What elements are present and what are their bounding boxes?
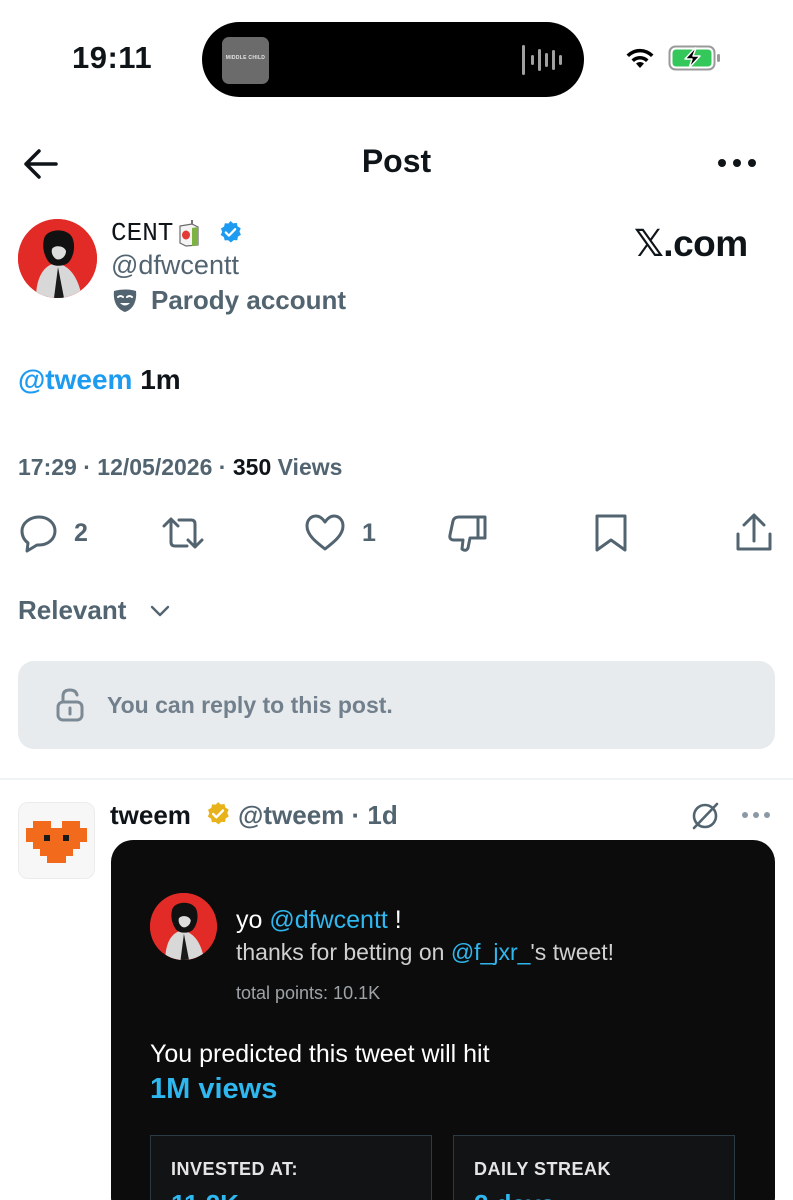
card-greeting-prefix: yo <box>236 906 270 934</box>
divider <box>0 778 793 780</box>
meta-separator: · <box>212 454 233 480</box>
pixel-heart-icon <box>26 821 87 863</box>
reply-button[interactable]: 2 <box>18 512 98 556</box>
status-time: 19:11 <box>72 40 153 75</box>
tweet-time[interactable]: 17:29 <box>18 454 77 480</box>
share-icon <box>736 513 772 551</box>
tweet-date[interactable]: 12/05/2026 <box>97 454 212 480</box>
card-avatar <box>150 893 217 960</box>
repost-icon <box>162 517 204 549</box>
chevron-down-icon[interactable] <box>150 603 170 619</box>
invested-label: INVESTED AT: <box>171 1159 299 1179</box>
sort-replies-dropdown[interactable]: Relevant <box>18 595 126 626</box>
card-prediction: You predicted this tweet will hit <box>150 1040 490 1068</box>
tweem-avatar[interactable] <box>18 802 95 879</box>
more-horizontal-icon[interactable] <box>716 152 758 174</box>
reply-count: 2 <box>74 519 88 547</box>
streak-label: DAILY STREAK <box>474 1159 612 1179</box>
now-playing-artwork: MIDDLE CHILD <box>222 37 269 84</box>
reply-author-handle[interactable]: @tweem · 1d <box>238 800 398 831</box>
author-handle[interactable]: @dfwcentt <box>111 250 239 281</box>
invested-stat-box: INVESTED AT: 11.2K <box>150 1135 432 1200</box>
card-thanks-prefix: thanks for betting on <box>236 939 451 965</box>
views-count: 350 <box>232 454 272 480</box>
tweet-mention[interactable]: @tweem <box>18 364 132 395</box>
share-button[interactable] <box>734 512 774 556</box>
tweet-text: @tweem 1m <box>18 364 181 396</box>
card-target: 1M views <box>150 1073 278 1105</box>
like-count: 1 <box>362 519 376 547</box>
verified-badge-icon[interactable] <box>218 220 243 245</box>
avatar-photo <box>150 893 217 960</box>
theater-mask-icon <box>113 289 137 312</box>
now-playing-art-label: MIDDLE CHILD <box>225 55 266 61</box>
bookmark-icon <box>595 514 627 552</box>
card-mention: @dfwcentt <box>269 906 388 934</box>
downvote-button[interactable] <box>446 512 490 556</box>
reply-icon <box>20 515 57 553</box>
parody-account-label: Parody account <box>151 285 347 315</box>
reply-author-name[interactable]: tweem <box>110 800 191 831</box>
wifi-icon <box>626 48 654 68</box>
waveform-icon <box>522 43 568 77</box>
grok-icon[interactable] <box>690 801 720 831</box>
like-button[interactable]: 1 <box>304 512 384 556</box>
page-title: Post <box>361 143 432 179</box>
bookmark-button[interactable] <box>592 512 630 556</box>
invested-value: 11.2K <box>171 1189 239 1200</box>
author-avatar[interactable] <box>18 219 97 298</box>
verified-gold-badge-icon[interactable] <box>205 801 231 827</box>
card-greeting-end: ! <box>387 906 402 934</box>
x-com-watermark: 𝕏.com <box>634 223 748 264</box>
battery-charging-icon <box>668 45 720 71</box>
tweet-body: 1m <box>132 364 181 395</box>
thumbs-down-icon <box>448 515 487 552</box>
card-thanks: thanks for betting on @f_jxr_'s tweet! <box>236 939 614 966</box>
card-thanks-suffix: 's tweet! <box>530 939 615 965</box>
card-total-points: total points: 10.1K <box>236 983 381 1003</box>
streak-value: 2 days <box>474 1189 555 1200</box>
heart-icon <box>305 514 345 551</box>
reply-more-icon[interactable] <box>740 806 772 824</box>
dynamic-island[interactable]: MIDDLE CHILD <box>202 22 584 97</box>
avatar-photo <box>18 219 97 298</box>
streak-stat-box: DAILY STREAK 2 days <box>453 1135 735 1200</box>
card-greeting: yo @dfwcentt ! <box>236 906 402 935</box>
views-label: Views <box>277 454 343 480</box>
reply-restriction-text: You can reply to this post. <box>107 692 393 718</box>
card-thanks-mention: @f_jxr_ <box>450 939 531 965</box>
tweet-meta: 17:29 · 12/05/2026 · 350 Views <box>18 454 342 481</box>
repost-button[interactable] <box>160 512 206 556</box>
meta-separator: · <box>76 454 98 480</box>
author-name[interactable]: CENT <box>111 218 173 248</box>
juice-box-icon <box>179 220 199 247</box>
unlock-icon <box>56 688 84 722</box>
